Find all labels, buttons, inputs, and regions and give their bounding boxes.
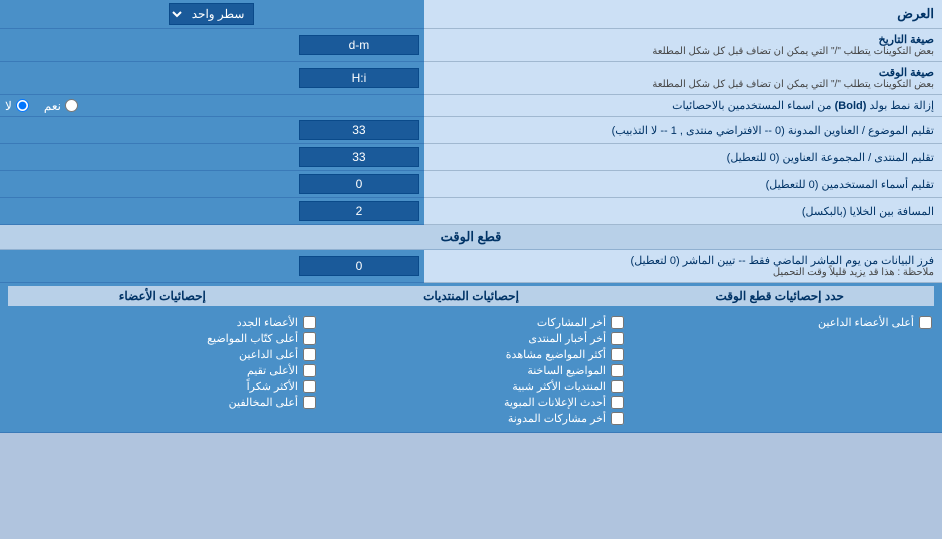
subject-trim-input[interactable] bbox=[299, 120, 419, 140]
checkbox-top-posters[interactable] bbox=[303, 332, 316, 345]
checkbox-item: أعلى الأعضاء الداعين bbox=[626, 316, 932, 329]
checkbox-item: أخر أخبار المنتدى bbox=[318, 332, 624, 345]
bold-radio-no[interactable] bbox=[16, 99, 29, 112]
checkbox-item: أخر مشاركات المدونة bbox=[318, 412, 624, 425]
col1-header: إحصائيات الأعضاء bbox=[119, 289, 206, 303]
radio-no-label: لا bbox=[5, 99, 29, 113]
checkbox-item: أحدث الإعلانات المبوية bbox=[318, 396, 624, 409]
radio-yes-label: نعم bbox=[44, 99, 78, 113]
checkbox-most-thanked-label: الأكثر شكراً bbox=[247, 380, 298, 393]
checkbox-top-members-label: أعلى الأعضاء الداعين bbox=[818, 316, 914, 329]
checkbox-most-viewed-label: أكثر المواضيع مشاهدة bbox=[506, 348, 606, 361]
checkbox-top-warned[interactable] bbox=[303, 396, 316, 409]
time-format-input[interactable]: H:i bbox=[299, 68, 419, 88]
forum-trim-input[interactable] bbox=[299, 147, 419, 167]
checkbox-last-posts[interactable] bbox=[611, 316, 624, 329]
checkbox-blog-posts-label: أخر مشاركات المدونة bbox=[508, 412, 606, 425]
checkbox-item: أعلى كتّاب المواضيع bbox=[10, 332, 316, 345]
checkbox-item: أعلى المخالفين bbox=[10, 396, 316, 409]
display-mode-select[interactable]: سطر واحد bbox=[169, 3, 254, 25]
checkbox-most-viewed[interactable] bbox=[611, 348, 624, 361]
checkbox-top-posters-label: أعلى كتّاب المواضيع bbox=[207, 332, 298, 345]
checkbox-forum-news[interactable] bbox=[611, 332, 624, 345]
checkbox-hot-topics-label: المواضيع الساخنة bbox=[527, 364, 606, 377]
checkbox-top-warned-label: أعلى المخالفين bbox=[229, 396, 298, 409]
checkbox-item: الأعلى تقيم bbox=[10, 364, 316, 377]
checkbox-classified-ads[interactable] bbox=[611, 396, 624, 409]
checkbox-item: المواضيع الساخنة bbox=[318, 364, 624, 377]
cut-time-label: فرز البيانات من يوم الماشر الماضي فقط --… bbox=[432, 254, 934, 278]
cell-spacing-input[interactable] bbox=[299, 201, 419, 221]
checkbox-blog-posts[interactable] bbox=[611, 412, 624, 425]
checkbox-hot-topics[interactable] bbox=[611, 364, 624, 377]
bold-remove-label: إزالة نمط بولد (Bold) من اسماء المستخدمي… bbox=[672, 100, 934, 112]
checkbox-item: أخر المشاركات bbox=[318, 316, 624, 329]
date-format-input[interactable]: d-m bbox=[299, 35, 419, 55]
page-title: العرض bbox=[897, 6, 934, 21]
checkbox-last-posts-label: أخر المشاركات bbox=[537, 316, 606, 329]
checkbox-item: الأكثر شكراً bbox=[10, 380, 316, 393]
checkbox-top-rated[interactable] bbox=[303, 364, 316, 377]
col3-stats-label: حدد إحصائيات قطع الوقت bbox=[715, 289, 843, 303]
checkbox-new-members-label: الأعضاء الجدد bbox=[237, 316, 298, 329]
checkbox-most-thanked[interactable] bbox=[303, 380, 316, 393]
forum-trim-label: تقليم المنتدى / المجموعة العناوين (0 للت… bbox=[727, 152, 934, 164]
bold-radio-yes[interactable] bbox=[65, 99, 78, 112]
checkbox-top-inviters[interactable] bbox=[303, 348, 316, 361]
checkbox-forum-news-label: أخر أخبار المنتدى bbox=[528, 332, 606, 345]
checkbox-classified-ads-label: أحدث الإعلانات المبوية bbox=[504, 396, 606, 409]
checkbox-top-inviters-label: أعلى الداعين bbox=[239, 348, 298, 361]
col2-header: إحصائيات المنتديات bbox=[423, 289, 519, 303]
subject-trim-label: تقليم الموضوع / العناوين المدونة (0 -- ا… bbox=[612, 125, 934, 137]
cut-time-input[interactable] bbox=[299, 256, 419, 276]
cut-time-section-title: قطع الوقت bbox=[441, 229, 502, 244]
date-format-label: صيغة التاريخ بعض التكوينات يتطلب "/" الت… bbox=[432, 33, 934, 57]
checkbox-item: الأعضاء الجدد bbox=[10, 316, 316, 329]
username-trim-label: تقليم أسماء المستخدمين (0 للتعطيل) bbox=[766, 179, 934, 191]
checkbox-new-members[interactable] bbox=[303, 316, 316, 329]
time-format-label: صيغة الوقت بعض التكوينات يتطلب "/" التي … bbox=[432, 66, 934, 90]
checkbox-top-rated-label: الأعلى تقيم bbox=[247, 364, 298, 377]
checkbox-item: أكثر المواضيع مشاهدة bbox=[318, 348, 624, 361]
checkbox-popular-forums-label: المنتديات الأكثر شبية bbox=[512, 380, 606, 393]
checkbox-top-members[interactable] bbox=[919, 316, 932, 329]
checkbox-item: المنتديات الأكثر شبية bbox=[318, 380, 624, 393]
checkbox-popular-forums[interactable] bbox=[611, 380, 624, 393]
checkbox-item: أعلى الداعين bbox=[10, 348, 316, 361]
username-trim-input[interactable] bbox=[299, 174, 419, 194]
cell-spacing-label: المسافة بين الخلايا (بالبكسل) bbox=[802, 206, 934, 218]
